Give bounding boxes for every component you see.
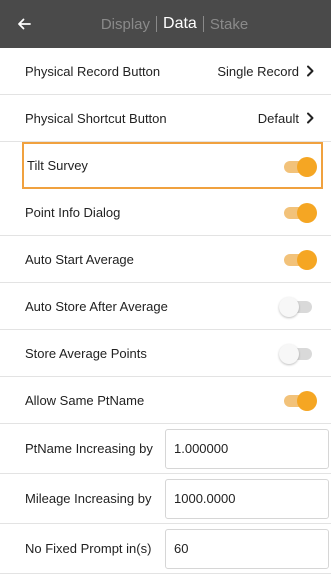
- row-value: Default: [257, 110, 299, 126]
- mileage-increasing-input[interactable]: [165, 478, 329, 519]
- tab-data[interactable]: Data: [157, 15, 203, 33]
- allow-same-ptname-toggle[interactable]: [281, 391, 317, 411]
- point-info-dialog-row: Point Info Dialog: [0, 189, 331, 236]
- top-bar: Display Data Stake: [0, 0, 331, 48]
- row-label: Store Average Points: [25, 345, 147, 361]
- ptname-increasing-row: PtName Increasing by: [0, 424, 331, 474]
- tilt-survey-toggle[interactable]: [281, 156, 317, 177]
- tilt-survey-row: Tilt Survey: [22, 142, 323, 189]
- no-fixed-prompt-row: No Fixed Prompt in(s): [0, 524, 331, 574]
- row-label: No Fixed Prompt in(s): [25, 541, 152, 556]
- no-fixed-prompt-input[interactable]: [165, 528, 329, 569]
- point-info-dialog-toggle[interactable]: [281, 203, 317, 223]
- row-label: Mileage Increasing by: [25, 491, 152, 506]
- allow-same-ptname-row: Allow Same PtName: [0, 377, 331, 424]
- settings-list: Physical Record Button Single Record Phy…: [0, 48, 331, 574]
- auto-start-average-toggle[interactable]: [281, 250, 317, 270]
- auto-start-average-row: Auto Start Average: [0, 236, 331, 283]
- row-label: Physical Record Button: [25, 63, 161, 79]
- row-label: Allow Same PtName: [25, 392, 145, 408]
- chevron-right-icon: [305, 112, 315, 124]
- ptname-increasing-input[interactable]: [165, 428, 329, 469]
- row-label: Point Info Dialog: [25, 204, 121, 220]
- auto-store-after-average-toggle[interactable]: [279, 297, 315, 317]
- physical-record-button-row[interactable]: Physical Record Button Single Record: [0, 48, 331, 95]
- row-label: PtName Increasing by: [25, 441, 153, 456]
- auto-store-after-average-row: Auto Store After Average: [0, 283, 331, 330]
- store-average-points-row: Store Average Points: [0, 330, 331, 377]
- row-label: Tilt Survey: [27, 158, 88, 173]
- store-average-points-toggle[interactable]: [279, 344, 315, 364]
- row-label: Physical Shortcut Button: [25, 110, 167, 126]
- chevron-right-icon: [305, 65, 315, 77]
- row-value: Single Record: [217, 63, 299, 79]
- row-label: Auto Store After Average: [25, 298, 168, 314]
- tab-display[interactable]: Display: [95, 16, 156, 33]
- physical-shortcut-button-row[interactable]: Physical Shortcut Button Default: [0, 95, 331, 142]
- mileage-increasing-row: Mileage Increasing by: [0, 474, 331, 524]
- row-label: Auto Start Average: [25, 251, 134, 267]
- tab-stake[interactable]: Stake: [204, 16, 254, 33]
- tab-bar: Display Data Stake: [0, 0, 331, 48]
